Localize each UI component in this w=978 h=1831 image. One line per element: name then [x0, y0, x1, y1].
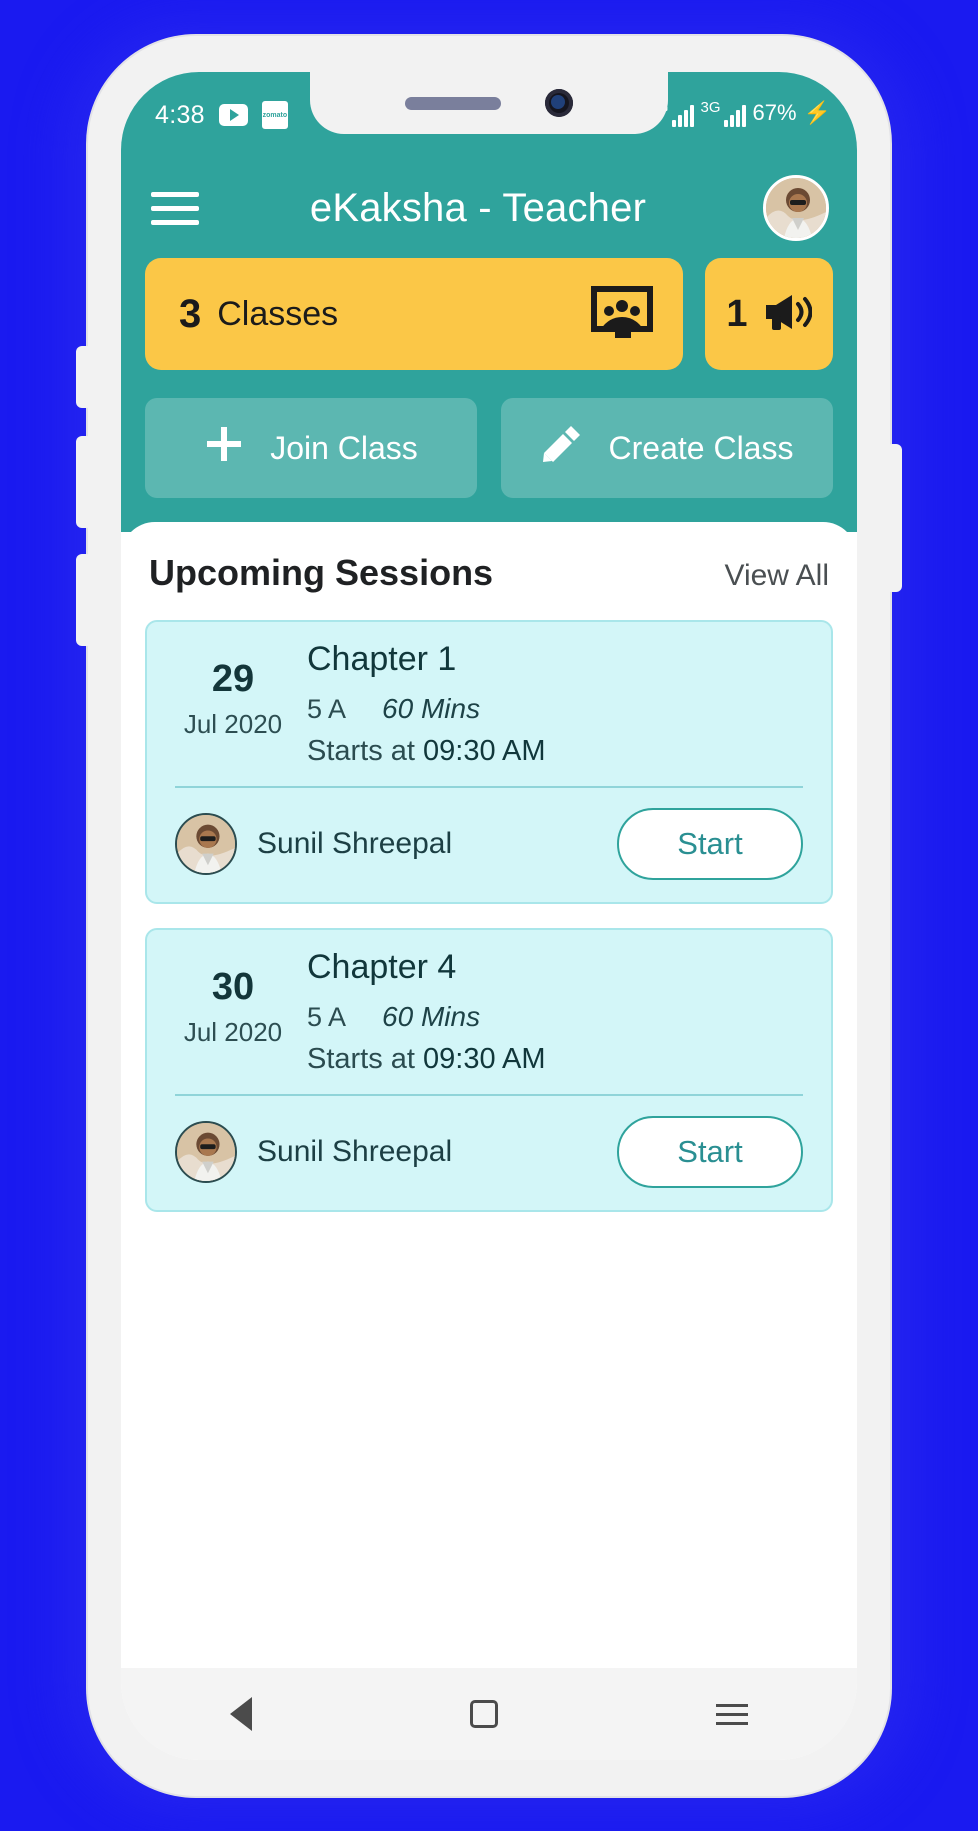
teacher-avatar: [175, 813, 237, 875]
session-bottom: Sunil Shreepal Start: [169, 1096, 809, 1196]
android-nav-bar: [121, 1668, 857, 1760]
recents-lines-icon[interactable]: [716, 1703, 748, 1725]
view-all-link[interactable]: View All: [724, 559, 829, 593]
session-meta: 5 A 60 Mins: [307, 693, 809, 725]
session-info: Chapter 4 5 A 60 Mins Starts at 09:30 AM: [297, 948, 809, 1076]
hero-section: 3 Classes 1 Join Class Create Class: [121, 258, 857, 532]
status-bar-right: 4G 3G 67% ⚡: [649, 100, 831, 131]
classes-card[interactable]: 3 Classes: [145, 258, 683, 370]
signal-bars-icon: [671, 104, 694, 127]
plus-icon: [204, 424, 244, 472]
app-header: eKaksha - Teacher: [121, 158, 857, 258]
status-bar-left: 4:38 zomato: [155, 101, 288, 130]
phone-button-silent[interactable]: [76, 346, 92, 408]
zomato-app-icon: zomato: [261, 101, 288, 129]
session-info: Chapter 1 5 A 60 Mins Starts at 09:30 AM: [297, 640, 809, 768]
avatar[interactable]: [763, 175, 829, 241]
hamburger-menu-icon[interactable]: [151, 191, 199, 225]
front-camera: [545, 89, 573, 117]
session-start-time: 09:30 AM: [423, 1043, 546, 1075]
session-top: 30 Jul 2020 Chapter 4 5 A 60 Mins Starts…: [169, 948, 809, 1076]
session-starts-label: Starts at: [307, 1043, 415, 1075]
announcements-card[interactable]: 1: [705, 258, 833, 370]
battery-percent: 67%: [752, 99, 797, 125]
session-card[interactable]: 29 Jul 2020 Chapter 1 5 A 60 Mins Starts…: [145, 620, 833, 904]
megaphone-icon: [762, 292, 813, 337]
phone-screen: 4:38 zomato 4G 3G 67% ⚡: [121, 72, 857, 1760]
earpiece-speaker: [405, 96, 501, 110]
session-bottom: Sunil Shreepal Start: [169, 788, 809, 888]
session-class: 5 A: [307, 1002, 347, 1032]
action-row: Join Class Create Class: [145, 398, 833, 498]
session-meta: 5 A 60 Mins: [307, 1001, 809, 1033]
sessions-header: Upcoming Sessions View All: [145, 552, 833, 594]
session-card[interactable]: 30 Jul 2020 Chapter 4 5 A 60 Mins Starts…: [145, 928, 833, 1212]
session-day: 29: [211, 658, 255, 700]
session-day: 30: [211, 966, 255, 1008]
session-top: 29 Jul 2020 Chapter 1 5 A 60 Mins Starts…: [169, 640, 809, 768]
signal-3g: 3G: [701, 100, 746, 127]
start-session-button[interactable]: Start: [617, 808, 803, 880]
session-month-year: Jul 2020: [183, 1017, 283, 1047]
phone-frame: 4:38 zomato 4G 3G 67% ⚡: [76, 36, 902, 1796]
youtube-icon: [218, 104, 248, 126]
session-chapter: Chapter 4: [307, 948, 457, 986]
session-start: Starts at 09:30 AM: [307, 735, 809, 768]
status-time: 4:38: [155, 100, 205, 129]
classes-count: 3: [179, 291, 202, 336]
classroom-icon: [591, 285, 653, 343]
session-chapter: Chapter 1: [307, 640, 457, 678]
page-title: eKaksha - Teacher: [309, 185, 647, 230]
phone-button-volume-down[interactable]: [76, 554, 92, 646]
session-class: 5 A: [307, 694, 347, 724]
signal-bars-icon-2: [723, 104, 746, 127]
session-date: 29 Jul 2020: [169, 640, 297, 768]
join-class-button[interactable]: Join Class: [145, 398, 477, 498]
session-starts-label: Starts at: [307, 735, 415, 767]
phone-button-power[interactable]: [886, 444, 902, 592]
session-duration: 60 Mins: [382, 693, 481, 724]
status-bar: 4:38 zomato 4G 3G 67% ⚡: [121, 72, 857, 158]
network-label-3g: 3G: [700, 98, 721, 116]
session-start: Starts at 09:30 AM: [307, 1043, 809, 1076]
join-class-label: Join Class: [270, 429, 418, 466]
upcoming-sessions-panel: Upcoming Sessions View All 29 Jul 2020 C…: [121, 522, 857, 1402]
session-duration: 60 Mins: [382, 1001, 481, 1032]
announcements-count: 1: [726, 292, 748, 335]
session-month-year: Jul 2020: [183, 709, 283, 739]
home-square-icon[interactable]: [470, 1700, 498, 1728]
session-start-time: 09:30 AM: [423, 735, 546, 767]
create-class-label: Create Class: [608, 429, 794, 466]
teacher-name: Sunil Shreepal: [257, 827, 453, 860]
create-class-button[interactable]: Create Class: [501, 398, 833, 498]
start-session-button[interactable]: Start: [617, 1116, 803, 1188]
teacher-name: Sunil Shreepal: [257, 1135, 453, 1168]
classes-label: Classes: [217, 294, 339, 333]
sessions-title: Upcoming Sessions: [149, 552, 494, 593]
phone-notch: [310, 72, 668, 134]
pencil-icon: [541, 423, 583, 473]
charging-bolt-icon: ⚡: [803, 99, 831, 125]
stat-row: 3 Classes 1: [145, 258, 833, 370]
session-date: 30 Jul 2020: [169, 948, 297, 1076]
phone-button-volume-up[interactable]: [76, 436, 92, 528]
back-triangle-icon[interactable]: [230, 1697, 252, 1731]
teacher-avatar: [175, 1121, 237, 1183]
